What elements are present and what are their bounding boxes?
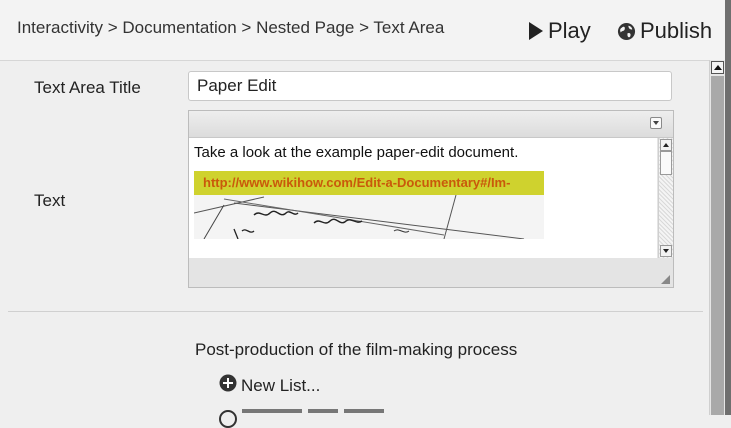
rich-text-editor[interactable]: Take a look at the example paper-edit do… [188,110,674,288]
scroll-up-icon[interactable] [660,139,672,151]
title-input[interactable]: Paper Edit [188,71,672,101]
dropdown-icon[interactable] [650,117,662,129]
publish-button[interactable]: Publish [617,18,712,44]
page-scroll-thumb[interactable] [711,76,724,415]
resize-grip-icon[interactable] [661,275,670,284]
window-edge [725,0,731,415]
paper-edit-image: http://www.wikihow.com/Edit-a-Documentar… [194,171,544,239]
page-scrollbar[interactable] [709,60,725,415]
paper-sketch-graphic [194,195,544,239]
play-icon [528,21,544,41]
editor-scrollbar[interactable] [658,138,673,258]
top-bar: Interactivity > Documentation > Nested P… [0,0,731,61]
page-scroll-up-icon[interactable] [711,61,724,74]
publish-label: Publish [640,18,713,43]
editor-toolbar [189,111,673,138]
text-field-label: Text [34,191,66,210]
document-link[interactable]: http://www.wikihow.com/Edit-a-Documentar… [203,175,510,190]
editor-paragraph: Take a look at the example paper-edit do… [194,144,519,161]
breadcrumb: Interactivity > Documentation > Nested P… [17,18,445,37]
new-list-button[interactable]: New List... [219,374,320,397]
play-button[interactable]: Play [528,18,591,44]
new-list-label: New List... [241,375,321,395]
editor-scroll-thumb[interactable] [660,151,672,175]
globe-icon [617,22,636,41]
partial-circle-icon [219,410,237,428]
section-divider [8,311,703,312]
plus-circle-icon [219,374,237,397]
play-label: Play [548,18,591,43]
list-heading: Post-production of the film-making proce… [195,340,518,359]
scroll-down-icon[interactable] [660,245,672,257]
title-field-label: Text Area Title [34,78,141,97]
cut-off-row [242,409,402,415]
link-strip: http://www.wikihow.com/Edit-a-Documentar… [194,171,544,195]
editor-content-area[interactable]: Take a look at the example paper-edit do… [189,138,657,258]
